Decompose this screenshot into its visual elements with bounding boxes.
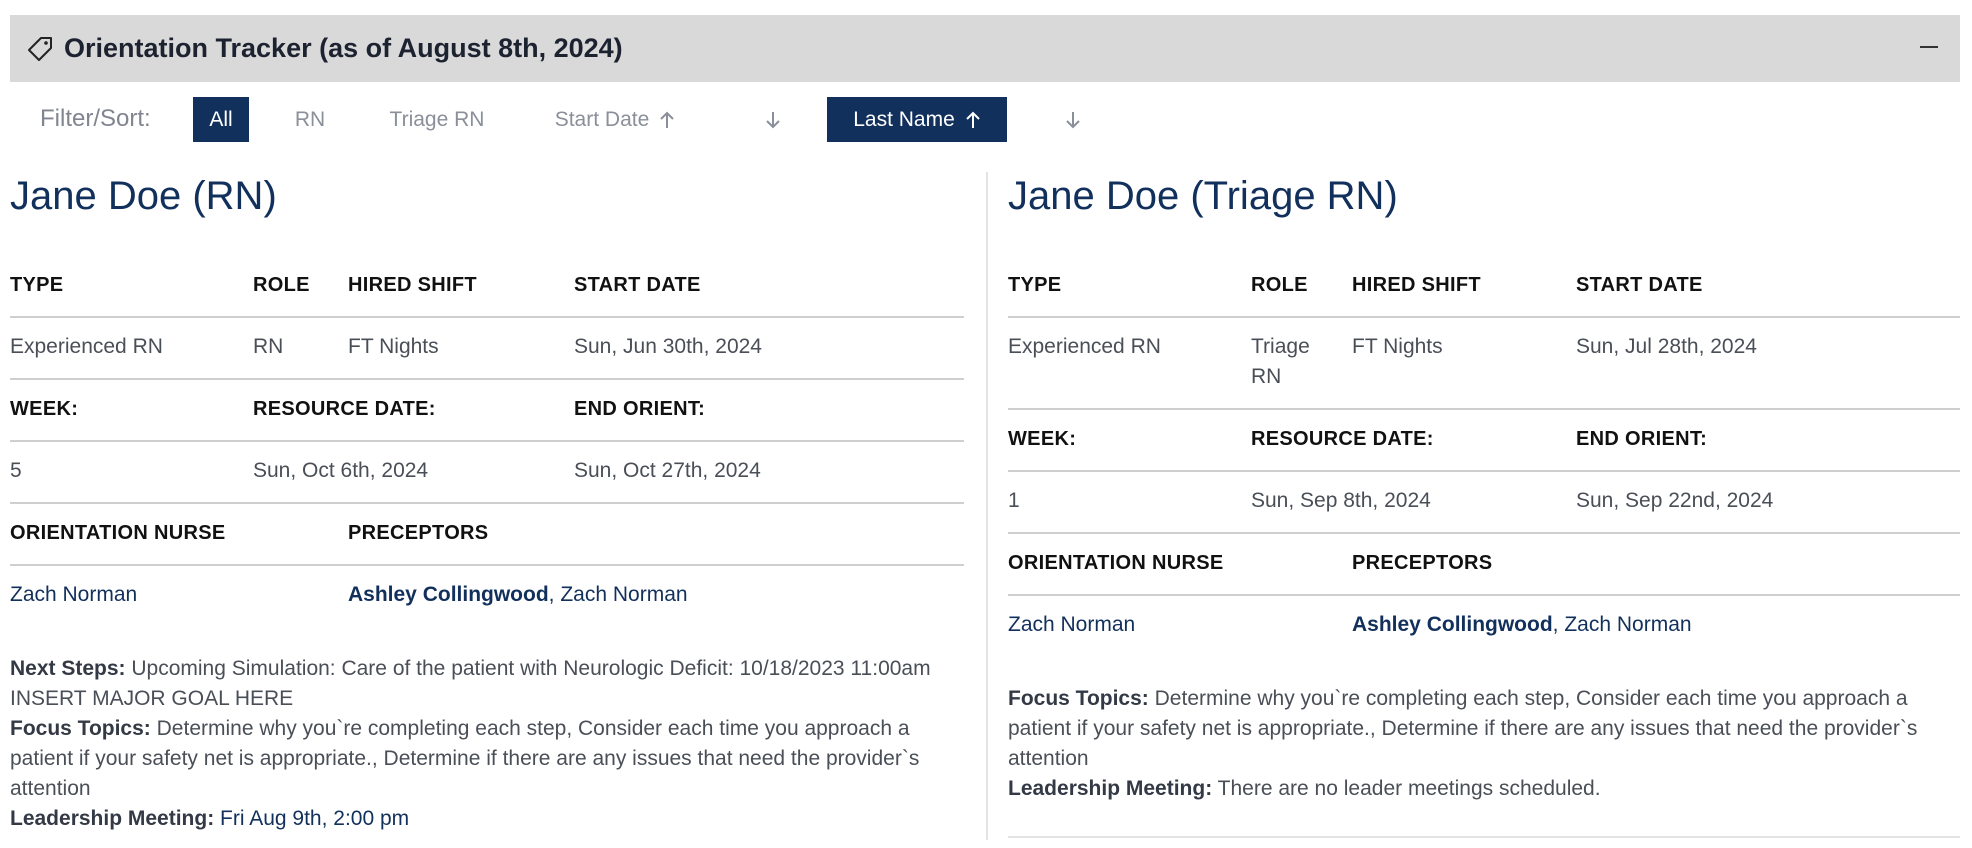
- arrow-down-icon: [1066, 111, 1080, 128]
- preceptors-value: Ashley Collingwood, Zach Norman: [1352, 610, 1692, 640]
- start-date-header: START DATE: [574, 274, 701, 296]
- divider: [10, 502, 964, 504]
- arrow-up-icon: [966, 111, 980, 128]
- type-value: Experienced RN: [1008, 335, 1161, 358]
- filter-all-button[interactable]: All: [193, 97, 249, 142]
- divider: [1008, 470, 1960, 472]
- preceptors-header: PRECEPTORS: [1352, 552, 1493, 574]
- week-value: 1: [1008, 489, 1020, 512]
- sort-last-name-asc-button[interactable]: Last Name: [827, 97, 1007, 142]
- filter-rn-button[interactable]: RN: [282, 97, 338, 142]
- focus-topics: Focus Topics: Determine why you`re compl…: [10, 717, 920, 800]
- divider: [10, 316, 964, 318]
- orientation-nurse-header: ORIENTATION NURSE: [10, 522, 226, 544]
- collapse-icon[interactable]: [1920, 46, 1938, 48]
- orientee-card: Jane Doe (RN) TYPE ROLE HIRED SHIFT STAR…: [10, 172, 964, 848]
- week-header: WEEK:: [1008, 428, 1077, 450]
- tag-icon: [26, 34, 56, 64]
- divider: [1008, 316, 1960, 318]
- divider: [10, 564, 964, 566]
- sort-last-name-desc-button[interactable]: [1052, 97, 1084, 142]
- orientation-nurse-link[interactable]: Zach Norman: [10, 580, 137, 610]
- type-header: TYPE: [10, 274, 64, 296]
- leadership-meeting: Leadership Meeting: Fri Aug 9th, 2:00 pm: [10, 807, 410, 830]
- hired-shift-value: FT Nights: [348, 335, 439, 358]
- divider: [1008, 594, 1960, 596]
- primary-preceptor-link[interactable]: Ashley Collingwood: [348, 583, 549, 606]
- start-date-value: Sun, Jul 28th, 2024: [1576, 335, 1757, 358]
- arrow-down-icon: [766, 111, 780, 128]
- orientation-nurse-link[interactable]: Zach Norman: [1008, 610, 1135, 640]
- role-header: ROLE: [253, 274, 310, 296]
- preceptors-header: PRECEPTORS: [348, 522, 489, 544]
- divider: [10, 440, 964, 442]
- start-date-header: START DATE: [1576, 274, 1703, 296]
- filter-triage-rn-button[interactable]: Triage RN: [372, 97, 502, 142]
- primary-preceptor-link[interactable]: Ashley Collingwood: [1352, 613, 1553, 636]
- sort-start-date-desc-button[interactable]: [752, 97, 784, 142]
- end-orient-header: END ORIENT:: [1576, 428, 1708, 450]
- resource-date-header: RESOURCE DATE:: [1251, 428, 1434, 450]
- hired-shift-header: HIRED SHIFT: [348, 274, 477, 296]
- page-title: Orientation Tracker (as of August 8th, 2…: [64, 33, 623, 63]
- role-value: Triage RN: [1251, 335, 1310, 388]
- arrow-up-icon: [660, 111, 674, 128]
- hired-shift-value: FT Nights: [1352, 335, 1443, 358]
- card-title: Jane Doe (Triage RN): [1008, 174, 1398, 218]
- start-date-value: Sun, Jun 30th, 2024: [574, 335, 762, 358]
- role-value: RN: [253, 335, 284, 358]
- other-preceptors[interactable]: , Zach Norman: [1553, 613, 1692, 636]
- resource-date-value: Sun, Sep 8th, 2024: [1251, 489, 1431, 512]
- week-header: WEEK:: [10, 398, 79, 420]
- tracker-header[interactable]: Orientation Tracker (as of August 8th, 2…: [10, 15, 1960, 82]
- notes-section: Next Steps: Upcoming Simulation: Care of…: [10, 654, 964, 834]
- resource-date-header: RESOURCE DATE:: [253, 398, 436, 420]
- type-value: Experienced RN: [10, 335, 163, 358]
- role-header: ROLE: [1251, 274, 1308, 296]
- end-orient-header: END ORIENT:: [574, 398, 706, 420]
- column-divider: [986, 172, 988, 840]
- resource-date-value: Sun, Oct 6th, 2024: [253, 459, 429, 482]
- week-value: 5: [10, 459, 22, 482]
- focus-topics: Focus Topics: Determine why you`re compl…: [1008, 687, 1918, 770]
- divider: [10, 378, 964, 380]
- sort-start-date-asc-button[interactable]: Start Date: [540, 97, 690, 142]
- end-orient-value: Sun, Oct 27th, 2024: [574, 459, 761, 482]
- divider: [1008, 836, 1960, 838]
- next-steps: Next Steps: Upcoming Simulation: Care of…: [10, 657, 931, 710]
- other-preceptors[interactable]: , Zach Norman: [549, 583, 688, 606]
- divider: [1008, 532, 1960, 534]
- card-title: Jane Doe (RN): [10, 174, 277, 218]
- hired-shift-header: HIRED SHIFT: [1352, 274, 1481, 296]
- notes-section: Focus Topics: Determine why you`re compl…: [1008, 684, 1960, 804]
- preceptors-value: Ashley Collingwood, Zach Norman: [348, 580, 688, 610]
- end-orient-value: Sun, Sep 22nd, 2024: [1576, 489, 1774, 512]
- filter-sort-label: Filter/Sort:: [40, 105, 151, 132]
- orientation-nurse-header: ORIENTATION NURSE: [1008, 552, 1224, 574]
- leadership-meeting: Leadership Meeting: There are no leader …: [1008, 777, 1601, 800]
- orientee-card: Jane Doe (Triage RN) TYPE ROLE HIRED SHI…: [1008, 172, 1960, 848]
- divider: [1008, 408, 1960, 410]
- type-header: TYPE: [1008, 274, 1062, 296]
